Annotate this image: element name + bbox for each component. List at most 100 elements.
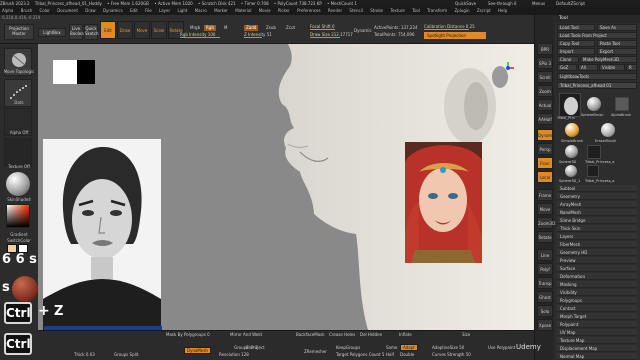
- menu-thick-skin[interactable]: Thick Skin: [557, 225, 637, 232]
- import-button[interactable]: Import: [557, 48, 595, 55]
- menu-uv-map[interactable]: UV Map: [557, 329, 637, 336]
- menus-button[interactable]: Menus: [532, 0, 545, 7]
- target-polygons-slider[interactable]: Target Polygons Count 5: [336, 352, 384, 358]
- size-slider[interactable]: Size: [462, 332, 470, 338]
- menu-alpha[interactable]: Alpha: [2, 8, 13, 13]
- zsub-toggle[interactable]: Zsub: [266, 25, 276, 31]
- move-button[interactable]: Move: [134, 21, 150, 39]
- spotlight-projection-button[interactable]: Spotlight Projection: [424, 32, 486, 39]
- m-toggle[interactable]: M: [224, 25, 227, 31]
- edit-button[interactable]: Edit: [100, 21, 116, 39]
- menu-light[interactable]: Light: [177, 8, 187, 13]
- rotate-view-button[interactable]: Rotate: [537, 231, 553, 243]
- polyf-button[interactable]: Polyf: [537, 263, 553, 275]
- menu-nanomesh[interactable]: NanoMesh: [557, 209, 637, 216]
- menu-morph-target[interactable]: Morph Target: [557, 313, 637, 320]
- zoom-button[interactable]: Zoom: [537, 85, 553, 97]
- menu-picker[interactable]: Picker: [278, 8, 290, 13]
- actual-button[interactable]: Actual: [537, 99, 553, 111]
- mask-by-polygroups-slider[interactable]: Mask By Polygroups 0: [166, 332, 210, 338]
- menu-stencil[interactable]: Stencil: [349, 8, 363, 13]
- aahalf-button[interactable]: AAHalf: [537, 113, 553, 125]
- menu-texture-map[interactable]: Texture Map: [557, 337, 637, 344]
- menu-zplugin[interactable]: Zplugin: [454, 8, 469, 13]
- transp-button[interactable]: Transp: [537, 277, 553, 289]
- tribal-thumb-2-icon[interactable]: [587, 145, 601, 159]
- simple-brush-icon[interactable]: [565, 123, 579, 137]
- r-button[interactable]: R: [626, 64, 637, 71]
- thick-slider[interactable]: Thick 0.03: [74, 352, 95, 358]
- menu-normal-map[interactable]: Normal Map: [557, 353, 637, 360]
- projection-master-button[interactable]: Projection Master: [4, 24, 34, 40]
- zcut-toggle[interactable]: Zcut: [286, 25, 295, 31]
- dynamic-persp-button[interactable]: Dynamic: [537, 129, 556, 141]
- menu-arraymesh[interactable]: ArrayMesh: [557, 201, 637, 208]
- save-as-button[interactable]: Save As: [597, 24, 637, 31]
- keep-groups-toggle[interactable]: KeepGroups: [336, 345, 360, 351]
- switch-color-label[interactable]: SwitchColor: [3, 238, 35, 243]
- visible-button[interactable]: Visible: [599, 64, 625, 71]
- menu-fibermesh[interactable]: FiberMesh: [557, 241, 637, 248]
- zoom3d-button[interactable]: Zoom3D: [537, 217, 555, 229]
- ghost-button[interactable]: Ghost: [537, 291, 553, 303]
- focal-shift-slider[interactable]: Focal Shift 0: [310, 24, 360, 30]
- groups-split-button[interactable]: Groups Split: [114, 352, 138, 358]
- menu-movie[interactable]: Movie: [259, 8, 271, 13]
- sphere-brush-icon[interactable]: [587, 97, 601, 111]
- copy-tool-button[interactable]: Copy Tool: [557, 40, 595, 47]
- dynamic-toggle[interactable]: Dynamic: [354, 28, 372, 34]
- rgb-intensity-slider[interactable]: Rgb Intensity 100: [180, 32, 230, 38]
- menu-document[interactable]: Document: [57, 8, 78, 13]
- menu-zscript[interactable]: Zscript: [477, 8, 491, 13]
- menu-surface[interactable]: Surface: [557, 265, 637, 272]
- floor-button[interactable]: Floor: [537, 157, 553, 169]
- see-through-slider[interactable]: See-through 0: [488, 0, 516, 7]
- texture-thumbnail[interactable]: [4, 138, 32, 166]
- backface-mask-button[interactable]: BackfaceMask: [296, 332, 325, 338]
- menu-slime-bridge[interactable]: Slime Bridge: [557, 217, 637, 224]
- frame-button[interactable]: Frame: [537, 189, 553, 201]
- make-polymesh-button[interactable]: Make PolyMesh3D: [580, 56, 637, 63]
- menu-help[interactable]: Help: [498, 8, 507, 13]
- menu-brush[interactable]: Brush: [21, 8, 33, 13]
- menu-preview[interactable]: Preview: [557, 257, 637, 264]
- dynamesh-button[interactable]: DynaMesh: [184, 347, 211, 354]
- use-polypaint-toggle[interactable]: Use Polypaint: [488, 345, 515, 351]
- quicksave-button[interactable]: QuickSave: [455, 0, 476, 7]
- bpr-button[interactable]: BPR: [537, 43, 553, 55]
- mrgb-toggle[interactable]: Mrgb: [190, 25, 200, 31]
- document-canvas[interactable]: [38, 44, 534, 330]
- adapt-toggle[interactable]: Adapt: [400, 344, 418, 351]
- persp-button[interactable]: Persp: [537, 143, 553, 155]
- menu-draw[interactable]: Draw: [85, 8, 95, 13]
- menu-contact[interactable]: Contact: [557, 305, 637, 312]
- paste-tool-button[interactable]: Paste Tool: [597, 40, 637, 47]
- lightbox-button[interactable]: LightBox: [38, 28, 66, 37]
- menu-displacement-map[interactable]: Displacement Map: [557, 345, 637, 352]
- curves-strength-slider[interactable]: Curves Strength 50: [432, 352, 471, 358]
- rgb-toggle[interactable]: Rgb: [204, 25, 216, 31]
- export-button[interactable]: Export: [597, 48, 637, 55]
- spix-button[interactable]: SPix 3: [537, 57, 553, 69]
- menu-polypaint[interactable]: Polypaint: [557, 321, 637, 328]
- menu-stroke[interactable]: Stroke: [370, 8, 383, 13]
- local-button[interactable]: Local: [537, 171, 553, 183]
- move-view-button[interactable]: Move: [537, 203, 553, 215]
- current-tool-slider[interactable]: Tribal_Princess_afhead 01: [557, 82, 637, 89]
- quick-sketch-button[interactable]: Quick Sketch: [84, 24, 98, 40]
- resolution-slider[interactable]: Resolution 128: [219, 352, 249, 358]
- project-toggle[interactable]: Project: [251, 345, 265, 351]
- calibration-distance-slider[interactable]: Calibration Distance 0.25: [424, 24, 484, 30]
- menu-polygroups[interactable]: Polygroups: [557, 297, 637, 304]
- menu-marker[interactable]: Marker: [214, 8, 228, 13]
- clone-button[interactable]: Clone: [557, 56, 579, 63]
- menu-layers[interactable]: Layers: [557, 233, 637, 240]
- live-boolean-button[interactable]: Live Boolean: [69, 24, 86, 40]
- menu-tool[interactable]: Tool: [412, 8, 420, 13]
- all-button[interactable]: All: [578, 64, 598, 71]
- menu-dynamics[interactable]: Dynamics: [103, 8, 123, 13]
- menu-preferences[interactable]: Preferences: [297, 8, 321, 13]
- load-tools-from-project-button[interactable]: Load Tools From Project: [557, 32, 637, 39]
- menu-transform[interactable]: Transform: [427, 8, 447, 13]
- menu-masking[interactable]: Masking: [557, 281, 637, 288]
